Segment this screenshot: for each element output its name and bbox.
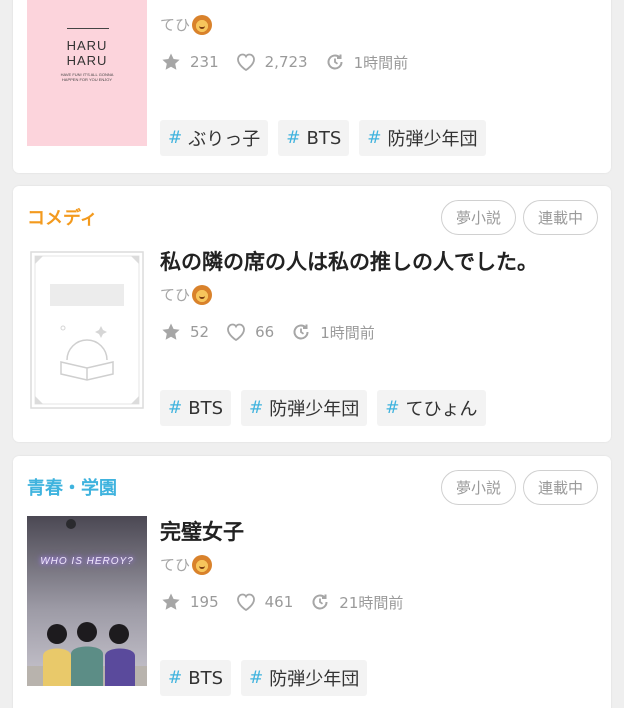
- author-name[interactable]: てひ: [160, 14, 213, 35]
- cover-photo: [27, 516, 147, 686]
- story-stats: 52 66 1時間前: [160, 321, 391, 343]
- clock-refresh-icon: [290, 321, 312, 343]
- tag-list: # ぶりっ子 # BTS # 防弾少年団: [160, 120, 496, 156]
- genre-label[interactable]: コメディ: [27, 204, 98, 230]
- cover-small-text: HAVE FUN! IT'S ALL GONNA HAPPEN FOR YOU …: [60, 72, 114, 82]
- story-card[interactable]: 青春・学園 夢小説 連載中 WHO IS HEROY? 完璧女子 てひ 195 …: [13, 456, 611, 708]
- badge-group: 夢小説 連載中: [434, 470, 598, 505]
- lion-emoji-icon: [192, 284, 213, 305]
- star-count: 52: [190, 323, 210, 341]
- story-card[interactable]: コメディ 夢小説 連載中 私の隣の席の人は私の推しの人でした。 てひ 52 66…: [13, 186, 611, 442]
- heart-icon: [235, 51, 257, 73]
- heart-icon: [235, 591, 257, 613]
- star-icon: [160, 321, 182, 343]
- star-count: 195: [190, 593, 219, 611]
- story-card[interactable]: HARU HARU HAVE FUN! IT'S ALL GONNA HAPPE…: [13, 0, 611, 173]
- status-badge: 連載中: [522, 200, 598, 235]
- like-count: 66: [255, 323, 275, 341]
- tag-item[interactable]: # BTS: [160, 390, 232, 426]
- updated-time: 1時間前: [353, 53, 409, 72]
- genre-label[interactable]: 青春・学園: [27, 474, 117, 500]
- like-count: 2,723: [264, 53, 308, 71]
- story-title[interactable]: 私の隣の席の人は私の推しの人でした。: [160, 246, 538, 276]
- author-name[interactable]: てひ: [160, 284, 213, 305]
- star-icon: [160, 51, 182, 73]
- tag-item[interactable]: # 防弾少年団: [241, 390, 368, 426]
- like-count: 461: [264, 593, 294, 611]
- cover-neon-text: WHO IS HEROY?: [40, 556, 134, 567]
- lion-emoji-icon: [192, 14, 213, 35]
- tag-item[interactable]: # 防弾少年団: [359, 120, 486, 156]
- heart-icon: [225, 321, 247, 343]
- story-title[interactable]: 完璧女子: [160, 516, 244, 546]
- cover-hearts-decoration: [67, 28, 109, 36]
- clock-refresh-icon: [309, 591, 331, 613]
- tag-item[interactable]: # BTS: [160, 660, 232, 696]
- story-stats: 195 461 21時間前: [160, 591, 419, 613]
- badge-group: 夢小説 連載中: [434, 200, 598, 235]
- story-stats: 231 2,723 1時間前: [160, 51, 424, 73]
- story-cover[interactable]: HARU HARU HAVE FUN! IT'S ALL GONNA HAPPE…: [27, 0, 147, 146]
- cover-title-line2: HARU: [66, 53, 108, 68]
- star-icon: [160, 591, 182, 613]
- author-name[interactable]: てひ: [160, 554, 213, 575]
- category-badge: 夢小説: [440, 470, 516, 505]
- story-cover-placeholder[interactable]: [27, 250, 147, 410]
- tag-item[interactable]: # ぶりっ子: [160, 120, 269, 156]
- placeholder-book-icon: [30, 251, 144, 409]
- updated-time: 1時間前: [320, 323, 375, 342]
- star-count: 231: [190, 53, 219, 71]
- tag-item[interactable]: # BTS: [278, 120, 350, 156]
- lion-emoji-icon: [192, 554, 213, 575]
- updated-time: 21時間前: [339, 593, 404, 612]
- cover-title-line1: HARU: [66, 38, 108, 53]
- category-badge: 夢小説: [440, 200, 516, 235]
- clock-refresh-icon: [324, 51, 346, 73]
- tag-item[interactable]: # てひょん: [377, 390, 486, 426]
- tag-item[interactable]: # 防弾少年団: [241, 660, 368, 696]
- tag-list: # BTS # 防弾少年団: [160, 660, 377, 696]
- story-cover[interactable]: WHO IS HEROY?: [27, 516, 147, 686]
- status-badge: 連載中: [522, 470, 598, 505]
- tag-list: # BTS # 防弾少年団 # てひょん: [160, 390, 496, 426]
